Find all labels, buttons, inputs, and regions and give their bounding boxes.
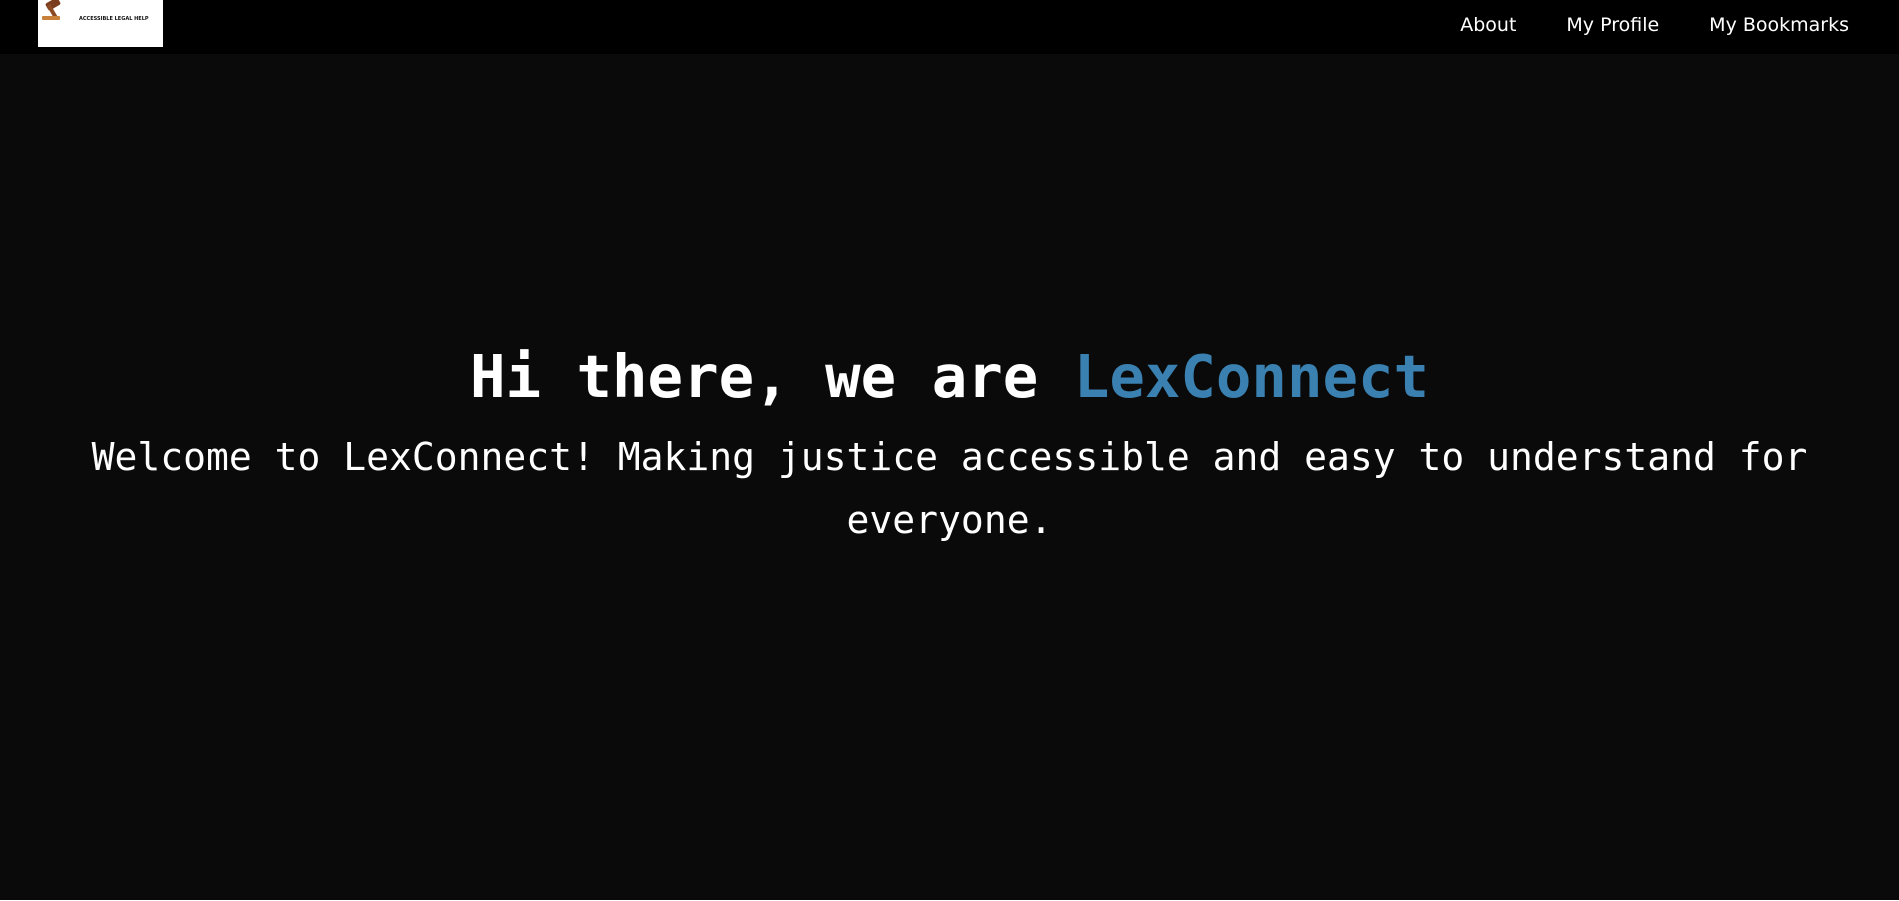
nav-link-my-bookmarks[interactable]: My Bookmarks <box>1709 14 1849 36</box>
nav-links: About My Profile My Bookmarks <box>1460 14 1849 36</box>
nav-link-about[interactable]: About <box>1460 14 1516 36</box>
hero-subtitle: Welcome to LexConnect! Making justice ac… <box>91 435 1808 542</box>
nav-link-my-profile[interactable]: My Profile <box>1566 14 1659 36</box>
gavel-logo-icon: LexConnect ACCESSIBLE LEGAL HELP <box>38 0 163 47</box>
hero-section: Hi there, we are LexConnect Welcome to L… <box>0 54 1899 900</box>
lexconnect-logo[interactable]: LexConnect ACCESSIBLE LEGAL HELP <box>38 0 163 47</box>
svg-text:ACCESSIBLE LEGAL HELP: ACCESSIBLE LEGAL HELP <box>79 16 149 22</box>
hero-title-prefix: Hi there, we are <box>469 342 1074 411</box>
hero-title-brand: LexConnect <box>1073 342 1430 411</box>
navbar: LexConnect ACCESSIBLE LEGAL HELP About M… <box>0 0 1899 54</box>
svg-text:LexConnect: LexConnect <box>72 0 163 5</box>
hero-title: Hi there, we are LexConnect <box>0 342 1899 412</box>
page: LexConnect ACCESSIBLE LEGAL HELP About M… <box>0 0 1899 901</box>
